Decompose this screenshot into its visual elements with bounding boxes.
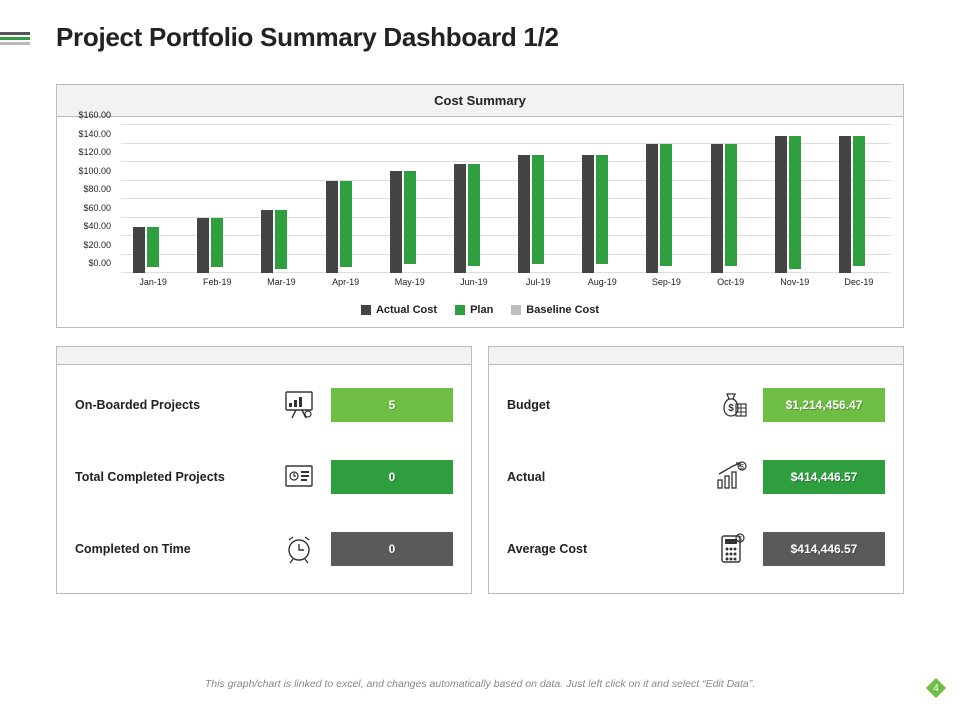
metric-label: Total Completed Projects [75,470,281,484]
bar-group [197,218,237,274]
metric-value: $414,446.57 [763,460,885,494]
bar [197,218,209,274]
y-tick-label: $0.00 [88,258,111,268]
bar-group [133,227,173,273]
bar [133,227,145,273]
bar [660,144,672,266]
y-tick-label: $80.00 [83,184,111,194]
bar [326,181,338,274]
bar-group [326,181,366,274]
legend-label: Plan [470,304,493,316]
chart-title: Cost Summary [57,85,903,117]
bar-group [646,144,686,274]
y-tick-label: $60.00 [83,203,111,213]
x-tick-label: Jun-19 [460,277,488,287]
metric-row: Completed on Time 0 [75,527,453,571]
bar-group [454,164,494,273]
bar [775,136,787,273]
bar-group [390,171,430,273]
bar-group [582,155,622,273]
board-clock-icon [281,459,317,495]
y-tick-label: $40.00 [83,221,111,231]
bar-group [839,136,879,273]
bar [596,155,608,264]
bar [839,136,851,273]
bar-group [711,144,751,274]
bar [468,164,480,266]
x-tick-label: May-19 [395,277,425,287]
bar [532,155,544,264]
metric-value: $414,446.57 [763,532,885,566]
x-tick-label: Oct-19 [717,277,744,287]
y-tick-label: $120.00 [78,147,111,157]
x-tick-label: Dec-19 [844,277,873,287]
metric-row: Budget $1,214,456.47 [507,383,885,427]
x-tick-label: Sep-19 [652,277,681,287]
metric-value: 5 [331,388,453,422]
metric-row: Actual $414,446.57 [507,455,885,499]
x-tick-label: Jan-19 [139,277,167,287]
bar-group [261,210,301,273]
bar-growth-icon [713,459,749,495]
metric-label: Actual [507,470,713,484]
metric-label: Average Cost [507,542,713,556]
bar [853,136,865,266]
header-accent-icon [0,32,30,46]
y-tick-label: $100.00 [78,166,111,176]
bar [646,144,658,274]
legend-label: Baseline Cost [526,304,599,316]
legend-item: Plan [455,304,493,316]
footer-note: This graph/chart is linked to excel, and… [0,678,960,690]
bar-group [518,155,558,273]
metric-label: Budget [507,398,713,412]
bar [711,144,723,274]
chart-plot-area: $0.00 $20.00 $40.00 $60.00 $80.00 $100.00 $120… [57,117,903,295]
x-tick-label: Aug-19 [588,277,617,287]
x-tick-label: Jul-19 [526,277,551,287]
legend-label: Actual Cost [376,304,437,316]
legend-item: Actual Cost [361,304,437,316]
bar-group [775,136,815,273]
x-tick-label: Apr-19 [332,277,359,287]
presentation-icon [281,387,317,423]
bar [454,164,466,273]
y-tick-label: $140.00 [78,129,111,139]
chart-legend: Actual Cost Plan Baseline Cost [57,295,903,325]
bar [390,171,402,273]
legend-swatch-icon [511,305,521,315]
page-title: Project Portfolio Summary Dashboard 1/2 [56,22,559,53]
cost-summary-chart: Cost Summary $0.00 $20.00 $40.00 $60.00 $80.… [56,84,904,328]
x-tick-label: Mar-19 [267,277,296,287]
bar [147,227,159,268]
y-tick-label: $160.00 [78,110,111,120]
bar [340,181,352,268]
bar [582,155,594,273]
metric-value: 0 [331,532,453,566]
legend-item: Baseline Cost [511,304,599,316]
bar [275,210,287,269]
y-tick-label: $20.00 [83,240,111,250]
metric-value: $1,214,456.47 [763,388,885,422]
metric-value: 0 [331,460,453,494]
bar [261,210,273,273]
legend-swatch-icon [361,305,371,315]
metric-label: Completed on Time [75,542,281,556]
metric-row: Total Completed Projects 0 [75,455,453,499]
x-tick-label: Feb-19 [203,277,232,287]
bar [211,218,223,268]
bar [789,136,801,269]
alarm-clock-icon [281,531,317,567]
legend-swatch-icon [455,305,465,315]
metric-label: On-Boarded Projects [75,398,281,412]
metric-row: Average Cost $414,446.57 [507,527,885,571]
metric-row: On-Boarded Projects 5 [75,383,453,427]
money-bag-icon [713,387,749,423]
right-metrics-card: Budget$1,214,456.47Actual$414,446.57Aver… [488,346,904,594]
bar [404,171,416,264]
x-tick-label: Nov-19 [780,277,809,287]
bar [725,144,737,266]
left-metrics-card: On-Boarded Projects 5 Total Completed Proj… [56,346,472,594]
calculator-icon [713,531,749,567]
bar [518,155,530,273]
